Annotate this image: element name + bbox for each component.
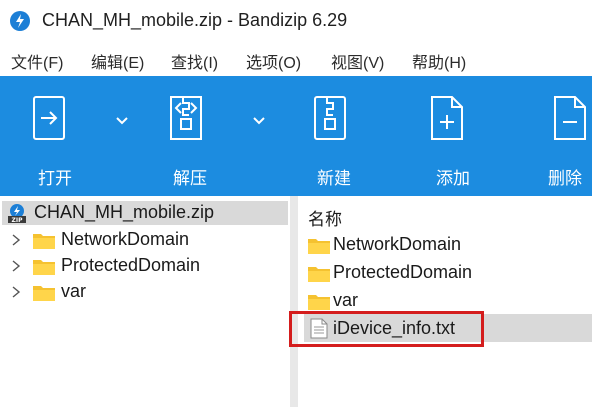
tree-root-archive[interactable]: ZIP CHAN_MH_mobile.zip [2,201,288,225]
tree-item-label: var [61,281,87,301]
extract-dropdown-chevron-icon[interactable] [252,116,266,126]
folder-icon [308,239,330,254]
panel-splitter[interactable] [290,196,298,407]
add-button[interactable]: 添加 [418,76,498,196]
menu-help[interactable]: 帮助(H) [412,49,466,73]
tree-item-var[interactable]: var [0,279,290,305]
extract-button[interactable]: 解压 [155,76,235,196]
zip-file-icon [170,96,202,140]
menu-options[interactable]: 选项(O) [246,49,301,73]
list-item[interactable]: ProtectedDomain [304,258,592,286]
chevron-right-icon[interactable] [11,286,21,298]
folder-icon [308,267,330,282]
toolbar: 打开 解压 新建 添加 删除 [0,76,592,196]
folder-icon [308,295,330,310]
menu-file[interactable]: 文件(F) [11,49,63,73]
list-item-label: NetworkDomain [333,234,462,254]
tree-item-label: ProtectedDomain [61,255,201,275]
folder-icon [33,286,55,301]
open-icon [33,96,65,140]
zip-archive-icon: ZIP [8,204,26,223]
new-archive-icon [314,96,346,140]
list-item[interactable]: var [304,286,592,314]
add-file-icon [431,96,463,140]
tree-root-label: CHAN_MH_mobile.zip [34,202,215,222]
folder-icon [33,234,55,249]
window-title: CHAN_MH_mobile.zip - Bandizip 6.29 [42,10,348,30]
list-item-label: var [333,290,359,310]
delete-button[interactable]: 删除 [541,76,592,196]
open-button[interactable]: 打开 [18,76,98,196]
chevron-right-icon[interactable] [11,260,21,272]
open-dropdown-chevron-icon[interactable] [115,116,129,126]
svg-text:ZIP: ZIP [12,217,24,223]
menu-view[interactable]: 视图(V) [331,49,384,73]
folder-tree-panel: ZIP CHAN_MH_mobile.zip NetworkDomain Pro… [0,196,290,407]
chevron-right-icon[interactable] [11,234,21,246]
highlight-annotation-box [289,311,484,347]
folder-icon [33,260,55,275]
new-label: 新建 [317,169,351,188]
list-item-label: ProtectedDomain [333,262,473,282]
extract-label: 解压 [173,169,207,188]
menu-edit[interactable]: 编辑(E) [91,49,144,73]
tree-item-protecteddomain[interactable]: ProtectedDomain [0,253,290,279]
open-label: 打开 [38,169,72,188]
delete-label: 删除 [548,169,582,188]
column-header-name[interactable]: 名称 [308,205,342,230]
title-bar: CHAN_MH_mobile.zip - Bandizip 6.29 [0,0,592,42]
file-list-panel: 名称 NetworkDomain ProtectedDomain var iDe… [298,196,592,407]
delete-file-icon [554,96,586,140]
menu-bar: 文件(F) 编辑(E) 查找(I) 选项(O) 视图(V) 帮助(H) [0,42,592,76]
bandizip-logo-icon [10,11,30,31]
tree-item-label: NetworkDomain [61,229,190,249]
list-item[interactable]: NetworkDomain [304,230,592,258]
add-label: 添加 [436,169,470,188]
tree-item-networkdomain[interactable]: NetworkDomain [0,227,290,253]
new-archive-button[interactable]: 新建 [299,76,379,196]
menu-find[interactable]: 查找(I) [171,49,218,73]
